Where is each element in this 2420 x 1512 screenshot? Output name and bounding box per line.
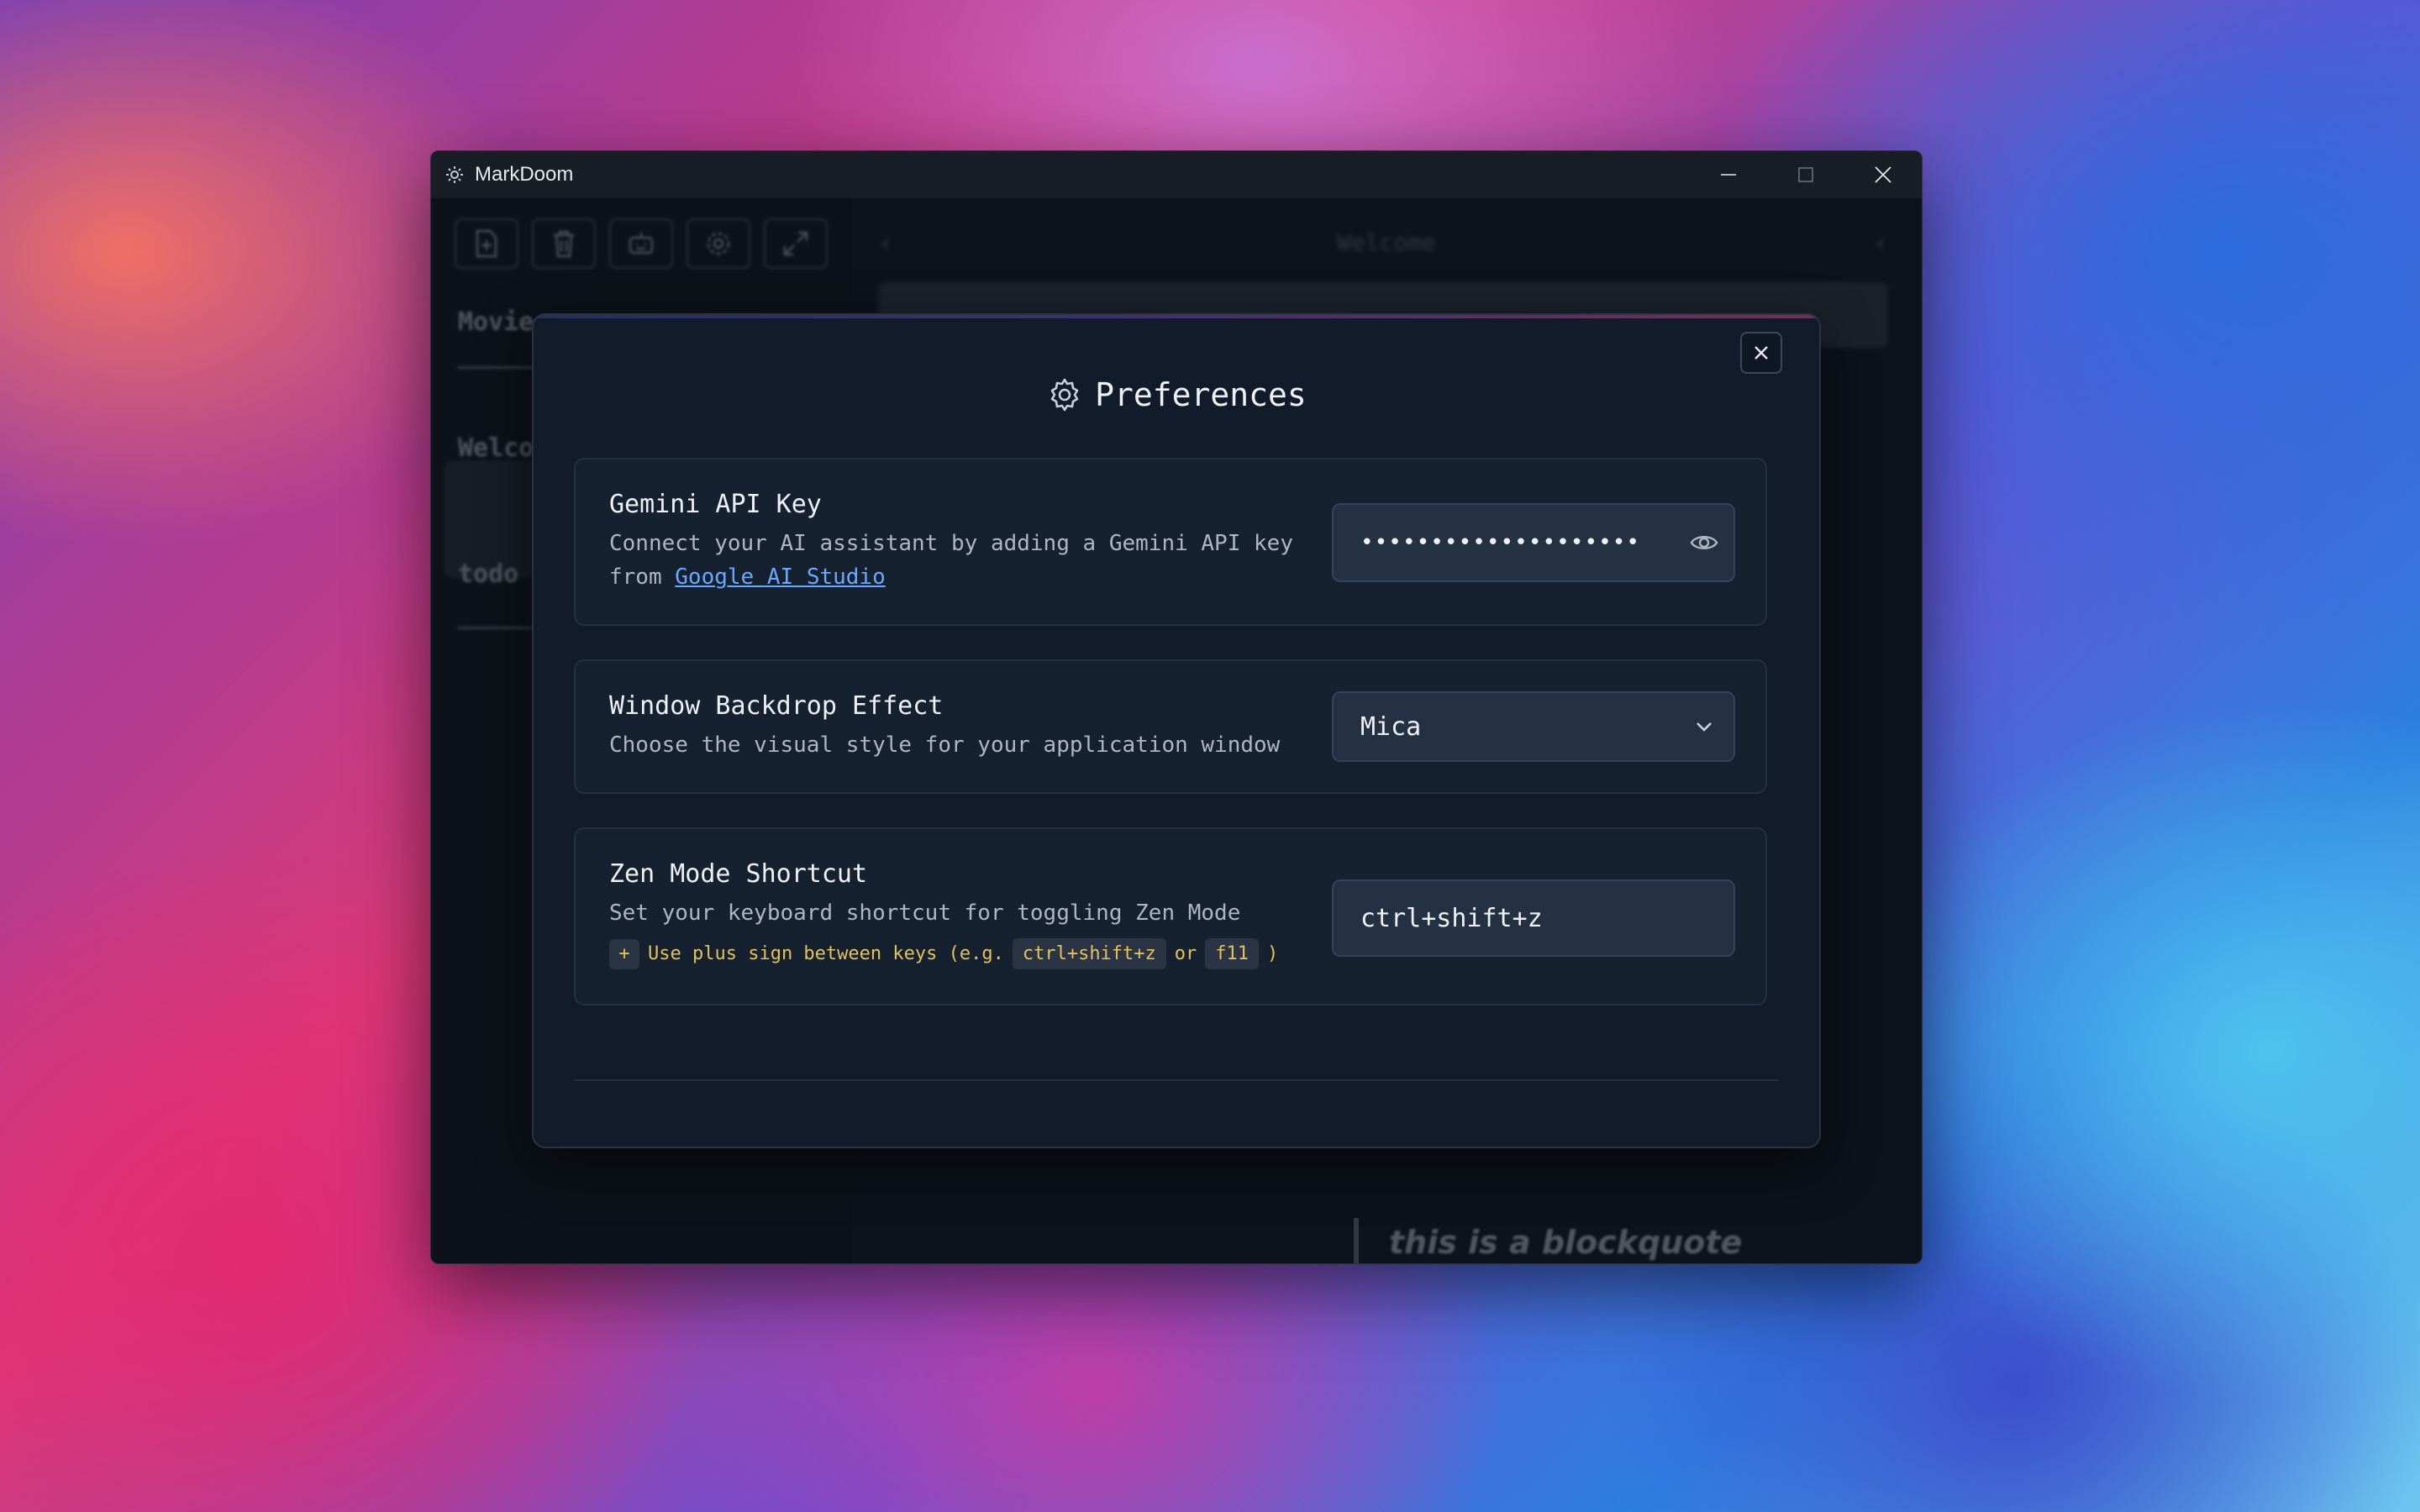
zen-shortcut-section: Zen Mode Shortcut Set your keyboard shor… bbox=[574, 827, 1767, 1005]
gemini-api-key-input[interactable]: •••••••••••••••••••• bbox=[1332, 503, 1735, 582]
reveal-key-button[interactable] bbox=[1675, 528, 1733, 557]
dialog-footer-divider bbox=[574, 1079, 1779, 1081]
gemini-api-key-description: Connect your AI assistant by adding a Ge… bbox=[609, 527, 1298, 594]
modal-accent-bar bbox=[534, 315, 1819, 318]
hint-or: or bbox=[1174, 943, 1197, 964]
minimize-icon bbox=[1721, 174, 1736, 176]
zen-shortcut-description: Set your keyboard shortcut for toggling … bbox=[609, 900, 1241, 926]
app-icon bbox=[445, 165, 465, 185]
close-window-button[interactable] bbox=[1844, 151, 1922, 198]
hint-example-kbd: f11 bbox=[1205, 938, 1260, 969]
dialog-title: Preferences bbox=[1095, 376, 1307, 413]
window-title: MarkDoom bbox=[475, 163, 574, 186]
backdrop-effect-select[interactable]: Mica bbox=[1332, 691, 1735, 762]
gemini-api-key-label: Gemini API Key bbox=[609, 490, 822, 519]
eye-icon bbox=[1690, 536, 1718, 549]
maximize-icon bbox=[1798, 167, 1813, 182]
plus-badge: + bbox=[609, 938, 639, 969]
minimize-button[interactable] bbox=[1690, 151, 1767, 198]
zen-shortcut-label: Zen Mode Shortcut bbox=[609, 859, 868, 889]
gemini-api-key-section: Gemini API Key Connect your AI assistant… bbox=[574, 458, 1767, 626]
chevron-down-icon bbox=[1675, 716, 1733, 738]
close-icon bbox=[1875, 166, 1891, 183]
backdrop-effect-description: Choose the visual style for your applica… bbox=[609, 732, 1281, 758]
backdrop-selected-value: Mica bbox=[1360, 711, 1422, 742]
title-bar: MarkDoom bbox=[431, 151, 1922, 198]
hint-example-kbd: ctrl+shift+z bbox=[1012, 938, 1166, 969]
google-ai-studio-link[interactable]: Google AI Studio bbox=[675, 564, 885, 590]
hint-text: Use plus sign between keys (e.g. bbox=[648, 943, 1004, 964]
close-icon bbox=[1754, 346, 1768, 360]
shortcut-hint: + Use plus sign between keys (e.g. ctrl+… bbox=[609, 938, 1278, 969]
close-dialog-button[interactable] bbox=[1740, 332, 1782, 374]
backdrop-effect-label: Window Backdrop Effect bbox=[609, 691, 944, 721]
maximize-button[interactable] bbox=[1767, 151, 1844, 198]
backdrop-effect-section: Window Backdrop Effect Choose the visual… bbox=[574, 659, 1767, 794]
api-key-masked-value: •••••••••••••••••••• bbox=[1360, 530, 1641, 555]
gear-icon bbox=[1050, 378, 1079, 412]
hint-close-paren: ) bbox=[1267, 943, 1279, 964]
zen-shortcut-input[interactable]: ctrl+shift+z bbox=[1332, 879, 1735, 957]
zen-shortcut-value: ctrl+shift+z bbox=[1360, 903, 1543, 933]
dialog-header: Preferences bbox=[534, 374, 1819, 416]
preferences-dialog: Preferences Gemini API Key Connect your … bbox=[532, 313, 1821, 1148]
